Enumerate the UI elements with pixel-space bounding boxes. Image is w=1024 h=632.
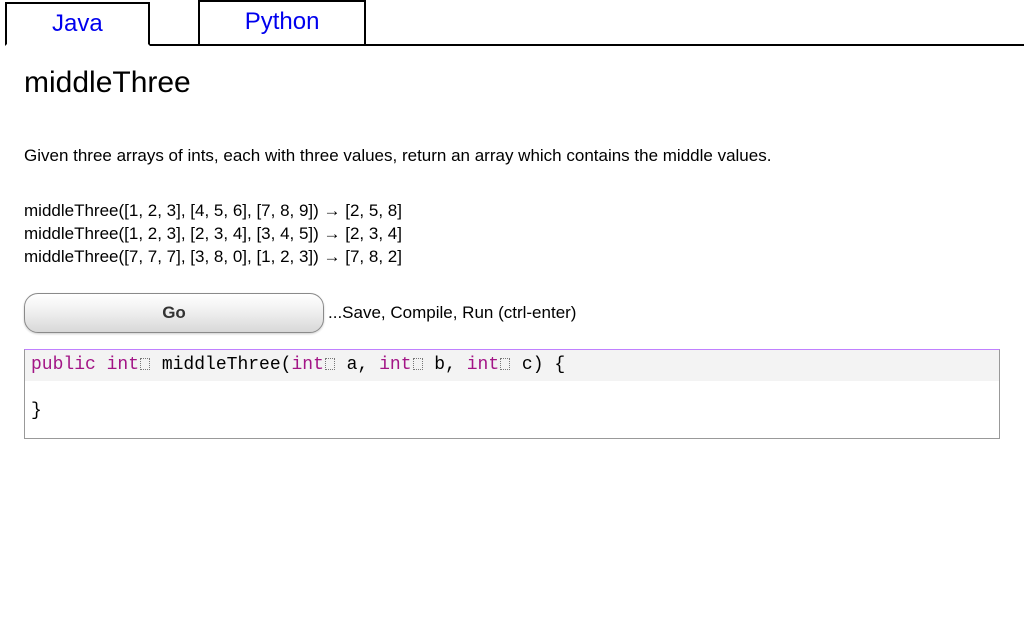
problem-description: Given three arrays of ints, each with th…	[24, 145, 894, 168]
array-bracket-icon	[413, 358, 423, 370]
code-line: }	[31, 397, 993, 426]
hint-text: ...Save, Compile, Run (ctrl-enter)	[328, 303, 576, 323]
param-a: a,	[336, 355, 379, 375]
code-editor[interactable]: public int middleThree(int a, int b, int…	[24, 349, 1000, 439]
keyword-int: int	[291, 355, 323, 375]
param-c: c) {	[511, 355, 565, 375]
keyword-int: int	[107, 355, 139, 375]
go-button[interactable]: Go	[24, 293, 324, 333]
tab-java[interactable]: Java	[5, 2, 150, 46]
function-name: middleThree(	[151, 355, 291, 375]
example-line: middleThree([1, 2, 3], [2, 3, 4], [3, 4,…	[24, 223, 1000, 246]
keyword-int: int	[379, 355, 411, 375]
examples-block: middleThree([1, 2, 3], [4, 5, 6], [7, 8,…	[24, 200, 1000, 269]
example-line: middleThree([1, 2, 3], [4, 5, 6], [7, 8,…	[24, 200, 1000, 223]
keyword-public: public	[31, 355, 96, 375]
array-bracket-icon	[325, 358, 335, 370]
keyword-int: int	[467, 355, 499, 375]
action-row: Go ...Save, Compile, Run (ctrl-enter)	[24, 293, 1000, 333]
tab-python[interactable]: Python	[198, 0, 367, 44]
array-bracket-icon	[140, 358, 150, 370]
param-b: b,	[424, 355, 467, 375]
array-bracket-icon	[500, 358, 510, 370]
example-line: middleThree([7, 7, 7], [3, 8, 0], [1, 2,…	[24, 246, 1000, 269]
problem-title: middleThree	[24, 66, 1000, 100]
language-tabs: Java Python	[5, 0, 1024, 46]
code-line: public int middleThree(int a, int b, int…	[25, 350, 999, 381]
content-area: middleThree Given three arrays of ints, …	[0, 46, 1024, 451]
